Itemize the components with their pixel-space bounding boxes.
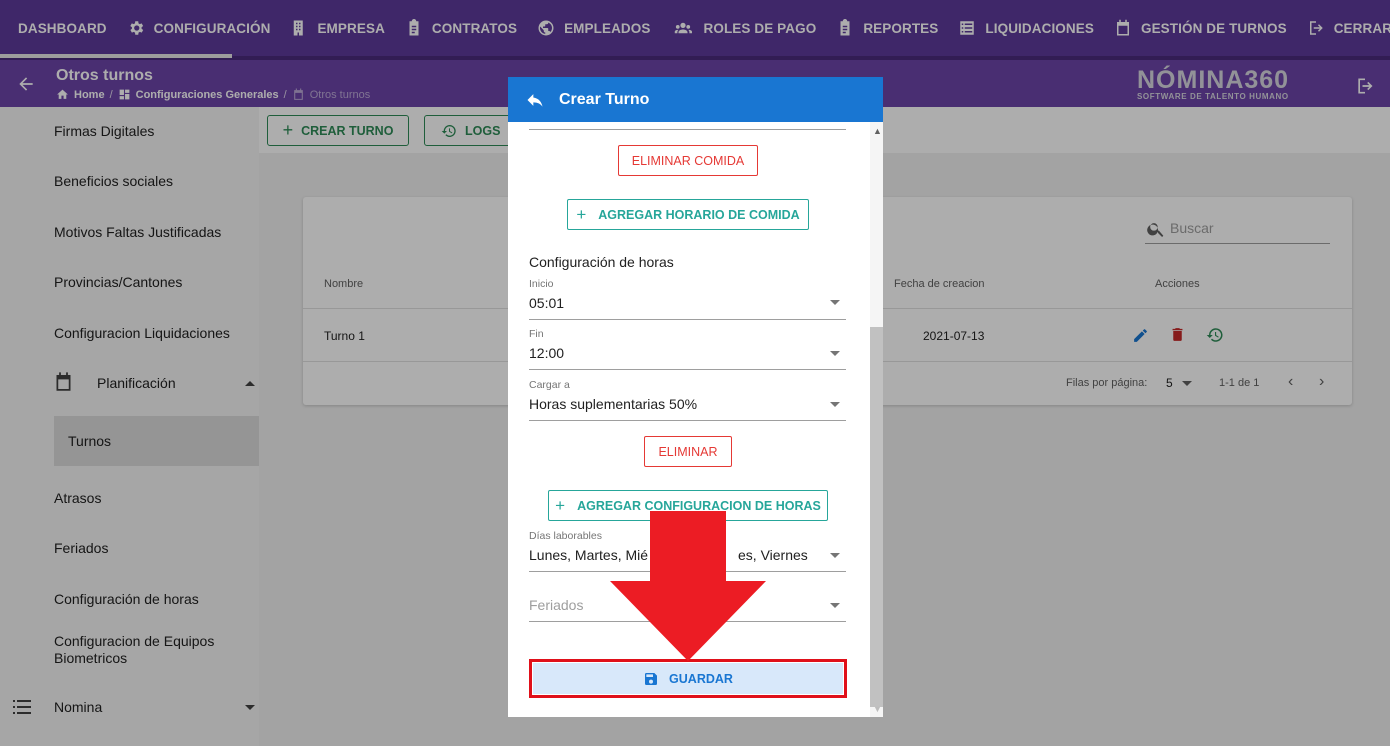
dialog-scrollbar[interactable]: ▲ ▼ bbox=[870, 122, 883, 717]
dialog-header: Crear Turno bbox=[508, 77, 883, 122]
chevron-down-icon[interactable] bbox=[830, 402, 840, 407]
field-underline bbox=[529, 129, 846, 130]
dialog-title: Crear Turno bbox=[559, 91, 650, 108]
scroll-down-arrow[interactable]: ▼ bbox=[873, 704, 882, 714]
inicio-label: Inicio bbox=[529, 278, 554, 290]
cargar-label: Cargar a bbox=[529, 379, 570, 391]
chevron-down-icon[interactable] bbox=[830, 300, 840, 305]
reply-arrow-icon[interactable] bbox=[525, 90, 545, 110]
red-arrow-down-icon bbox=[610, 511, 766, 661]
agregar-comida-button[interactable]: + AGREGAR HORARIO DE COMIDA bbox=[567, 199, 809, 230]
field-underline bbox=[529, 420, 846, 421]
guardar-button[interactable]: GUARDAR bbox=[533, 663, 843, 694]
eliminar-comida-button[interactable]: ELIMINAR COMIDA bbox=[618, 145, 758, 176]
chevron-down-icon[interactable] bbox=[830, 603, 840, 608]
agregar-comida-label: AGREGAR HORARIO DE COMIDA bbox=[598, 207, 800, 222]
field-underline bbox=[529, 369, 846, 370]
scroll-up-arrow[interactable]: ▲ bbox=[873, 126, 882, 136]
save-icon bbox=[645, 672, 658, 685]
feriados-select[interactable]: Feriados bbox=[529, 597, 583, 613]
cargar-select[interactable]: Horas suplementarias 50% bbox=[529, 396, 697, 412]
inicio-select[interactable]: 05:01 bbox=[529, 295, 564, 311]
scroll-thumb[interactable] bbox=[870, 327, 883, 707]
dias-label: Días laborables bbox=[529, 530, 602, 542]
fin-label: Fin bbox=[529, 328, 544, 340]
plus-icon: + bbox=[576, 204, 587, 224]
field-underline bbox=[529, 319, 846, 320]
plus-icon: + bbox=[555, 495, 566, 515]
eliminar-button[interactable]: ELIMINAR bbox=[644, 436, 732, 467]
guardar-label: GUARDAR bbox=[669, 671, 733, 686]
fin-select[interactable]: 12:00 bbox=[529, 345, 564, 361]
chevron-down-icon[interactable] bbox=[830, 351, 840, 356]
section-title: Configuración de horas bbox=[529, 254, 674, 270]
chevron-down-icon[interactable] bbox=[830, 553, 840, 558]
